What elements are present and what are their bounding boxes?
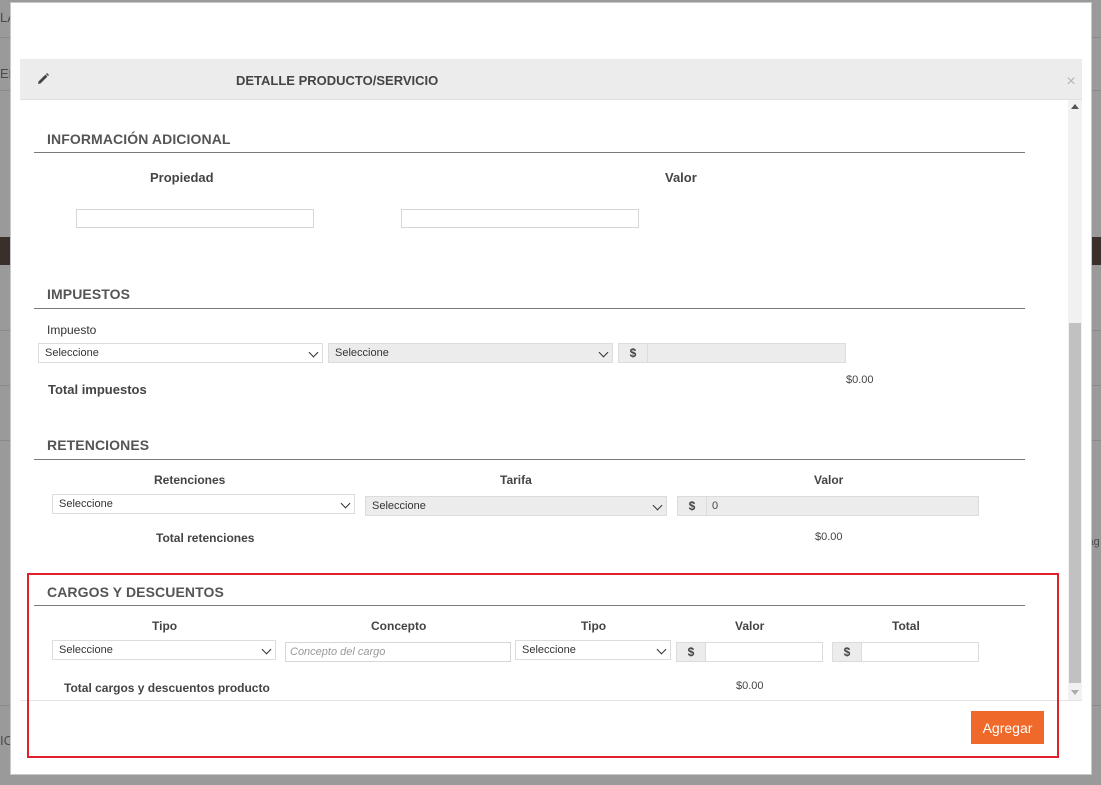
total-retenciones-label: Total retenciones	[156, 531, 255, 545]
retencion-select-value: Seleccione	[59, 498, 113, 510]
column-header-valor: Valor	[665, 170, 697, 185]
total-impuestos-value: $0.00	[846, 374, 874, 386]
chevron-down-icon	[340, 498, 351, 509]
section-title-info-adicional: INFORMACIÓN ADICIONAL	[47, 131, 231, 147]
scroll-up-arrow-icon[interactable]	[1071, 104, 1079, 109]
impuesto-amount-field[interactable]: $	[618, 343, 846, 363]
section-title-retenciones: RETENCIONES	[47, 437, 150, 453]
retencion-valor-field[interactable]: $ 0	[677, 496, 979, 516]
tarifa-select-value: Seleccione	[372, 500, 426, 512]
currency-symbol: $	[678, 497, 707, 515]
close-button[interactable]: ×	[1060, 71, 1082, 93]
section-divider	[34, 308, 1025, 309]
tarifa-select[interactable]: Seleccione	[365, 496, 667, 516]
section-divider	[34, 152, 1025, 153]
retencion-select[interactable]: Seleccione	[52, 494, 355, 514]
total-retenciones-value: $0.00	[815, 531, 843, 543]
chevron-down-icon	[598, 347, 609, 358]
highlight-box	[27, 573, 1059, 758]
chevron-down-icon	[652, 500, 663, 511]
valor-input[interactable]	[401, 209, 639, 228]
retencion-valor-value: 0	[712, 500, 719, 512]
section-divider	[34, 459, 1025, 460]
column-header-propiedad: Propiedad	[150, 170, 214, 185]
chevron-down-icon	[308, 347, 319, 358]
modal-scrollbar[interactable]	[1068, 100, 1082, 700]
modal-title: DETALLE PRODUCTO/SERVICIO	[236, 73, 439, 88]
column-header-valor: Valor	[814, 473, 844, 487]
pencil-icon	[38, 73, 49, 84]
section-title-impuestos: IMPUESTOS	[47, 286, 131, 302]
column-header-retenciones: Retenciones	[154, 473, 226, 487]
modal-header: DETALLE PRODUCTO/SERVICIO ×	[20, 59, 1082, 100]
impuesto-select[interactable]: Seleccione	[38, 343, 323, 363]
total-impuestos-label: Total impuestos	[48, 382, 147, 397]
impuesto-label: Impuesto	[47, 323, 97, 337]
scroll-down-arrow-icon[interactable]	[1071, 690, 1079, 695]
scrollbar-thumb[interactable]	[1069, 323, 1081, 683]
impuesto-tarifa-select[interactable]: Seleccione	[328, 343, 613, 363]
propiedad-input[interactable]	[76, 209, 314, 228]
impuesto-select-value: Seleccione	[45, 347, 99, 359]
column-header-tarifa: Tarifa	[500, 473, 532, 487]
currency-symbol: $	[619, 344, 648, 362]
impuesto-tarifa-select-value: Seleccione	[335, 347, 389, 359]
modal-top-space	[20, 13, 1080, 59]
